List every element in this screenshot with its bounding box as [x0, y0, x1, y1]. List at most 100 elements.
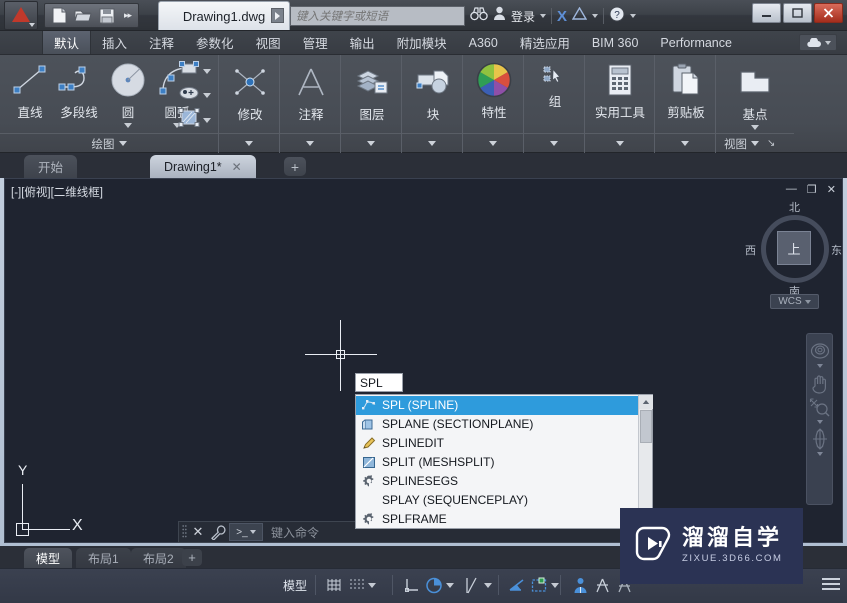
viewport-label[interactable]: [-][俯视][二维线框]	[11, 184, 103, 200]
sign-in-label[interactable]: 登录	[511, 8, 535, 25]
chevron-down-icon[interactable]	[804, 299, 811, 304]
ribbon-tab-manage[interactable]: 管理	[292, 31, 339, 54]
new-file-icon[interactable]	[48, 5, 70, 26]
hamburger-icon[interactable]	[822, 578, 840, 593]
chevron-down-icon[interactable]	[118, 141, 127, 146]
annotation-panel-footer[interactable]	[280, 133, 340, 153]
annotation-scale-icon[interactable]	[529, 575, 549, 595]
circle-button[interactable]: 圆	[102, 58, 154, 128]
hatch-button[interactable]	[178, 108, 211, 132]
close-icon[interactable]: ✕	[189, 524, 207, 540]
chevron-down-icon[interactable]	[615, 141, 624, 146]
snap-mode-icon[interactable]	[346, 575, 366, 595]
view-panel-footer[interactable]: 视图 ↘	[716, 133, 794, 153]
chevron-down-icon[interactable]	[368, 582, 376, 588]
viewport-restore-icon[interactable]: ❐	[807, 183, 817, 196]
view-cube-top-face[interactable]: 上	[777, 231, 811, 265]
binoculars-icon[interactable]	[470, 6, 488, 26]
panel-expander-icon[interactable]: ↘	[767, 138, 775, 149]
layout-tab-layout1[interactable]: 布局1	[76, 548, 131, 568]
document-tab-arrow-icon[interactable]	[271, 8, 284, 23]
chevron-down-icon[interactable]	[751, 141, 759, 146]
wrench-icon[interactable]	[207, 524, 229, 540]
layers-panel-footer[interactable]	[341, 133, 401, 153]
draw-panel-footer[interactable]: 绘图	[0, 133, 218, 153]
chevron-down-icon[interactable]	[124, 123, 132, 128]
chevron-down-icon[interactable]	[367, 141, 375, 146]
workspace-icon[interactable]	[570, 575, 590, 595]
ribbon-tab-a360[interactable]: A360	[458, 31, 509, 54]
chevron-down-icon[interactable]	[816, 420, 823, 424]
view-cube-north-label[interactable]: 北	[789, 199, 800, 215]
view-cube-west-label[interactable]: 西	[745, 242, 756, 258]
autocomplete-item[interactable]: SPLAY (SEQUENCEPLAY)	[356, 490, 652, 509]
grid-display-icon[interactable]	[324, 575, 344, 595]
pan-icon[interactable]	[809, 372, 831, 394]
zoom-extents-icon[interactable]	[809, 396, 831, 418]
basepoint-button[interactable]: 基点	[729, 60, 781, 130]
chevron-down-icon[interactable]	[446, 582, 454, 588]
search-input[interactable]	[291, 8, 464, 26]
chevron-down-icon[interactable]	[630, 14, 637, 18]
chevron-down-icon[interactable]	[249, 530, 256, 534]
block-button[interactable]: 块	[407, 60, 459, 123]
properties-panel-footer[interactable]	[463, 133, 523, 153]
open-folder-icon[interactable]	[72, 5, 94, 26]
ribbon-tab-featured-apps[interactable]: 精选应用	[509, 31, 581, 54]
command-line-grip[interactable]	[179, 522, 189, 542]
autodesk-icon[interactable]	[571, 6, 588, 25]
chevron-down-icon[interactable]	[816, 364, 823, 368]
chevron-down-icon[interactable]	[203, 117, 211, 123]
autocomplete-item[interactable]: SPL (SPLINE)	[356, 396, 652, 415]
group-panel-footer[interactable]	[524, 133, 584, 153]
user-icon[interactable]	[493, 6, 506, 26]
application-menu-button[interactable]	[4, 1, 38, 30]
block-panel-footer[interactable]	[402, 133, 462, 153]
exchange-icon[interactable]: X	[557, 8, 567, 25]
save-icon[interactable]	[96, 5, 118, 26]
chevron-down-icon[interactable]	[681, 141, 689, 146]
ribbon-tab-view[interactable]: 视图	[245, 31, 292, 54]
chevron-down-icon[interactable]	[484, 582, 492, 588]
command-autocomplete-list[interactable]: SPL (SPLINE) SPLANE (SECTIONPLANE) SPLIN…	[355, 394, 653, 529]
search-box[interactable]	[290, 6, 465, 26]
ribbon-tab-addins[interactable]: 附加模块	[386, 31, 458, 54]
new-tab-button[interactable]: +	[284, 157, 306, 176]
utilities-panel-footer[interactable]	[585, 133, 654, 153]
polyline-button[interactable]: 多段线	[53, 58, 105, 121]
object-snap-tracking-icon[interactable]	[507, 575, 527, 595]
rectangle-button[interactable]	[178, 60, 211, 82]
ribbon-tab-bim360[interactable]: BIM 360	[581, 31, 650, 54]
autocomplete-item[interactable]: SPLIT (MESHSPLIT)	[356, 453, 652, 472]
view-cube-east-label[interactable]: 东	[831, 242, 842, 258]
chevron-down-icon[interactable]	[751, 125, 759, 130]
close-icon[interactable]: ✕	[232, 160, 242, 174]
object-snap-icon[interactable]	[462, 575, 482, 595]
qat-more-icon[interactable]: ▸▸	[120, 10, 135, 21]
chevron-down-icon[interactable]	[306, 141, 314, 146]
ribbon-tab-annotate[interactable]: 注释	[138, 31, 185, 54]
file-tab-drawing1[interactable]: Drawing1* ✕	[150, 155, 256, 178]
autocomplete-item[interactable]: SPLINESEGS	[356, 471, 652, 490]
ribbon-tab-output[interactable]: 输出	[339, 31, 386, 54]
steering-wheel-icon[interactable]	[809, 340, 831, 362]
line-button[interactable]: 直线	[4, 58, 56, 121]
clipboard-button[interactable]: 剪贴板	[660, 58, 712, 121]
scrollbar-thumb[interactable]	[640, 410, 652, 443]
autocomplete-item[interactable]: SPLINEDIT	[356, 434, 652, 453]
chevron-down-icon[interactable]	[245, 141, 253, 146]
chevron-down-icon[interactable]	[551, 582, 559, 588]
clipboard-panel-footer[interactable]	[655, 133, 715, 153]
layout-tab-layout2[interactable]: 布局2	[131, 548, 186, 568]
ribbon-tab-insert[interactable]: 插入	[91, 31, 138, 54]
minimize-button[interactable]	[752, 3, 781, 23]
statusbar-model-label[interactable]: 模型	[283, 577, 307, 594]
command-prompt-button[interactable]: >_	[229, 523, 263, 541]
ribbon-tab-parametric[interactable]: 参数化	[185, 31, 245, 54]
chevron-down-icon[interactable]	[203, 92, 211, 98]
restore-button[interactable]	[783, 3, 812, 23]
scroll-up-icon[interactable]	[639, 395, 653, 409]
new-layout-button[interactable]: +	[182, 549, 202, 566]
ribbon-tab-performance[interactable]: Performance	[649, 31, 743, 54]
view-cube[interactable]: 上 北 南 西 东	[745, 202, 842, 298]
